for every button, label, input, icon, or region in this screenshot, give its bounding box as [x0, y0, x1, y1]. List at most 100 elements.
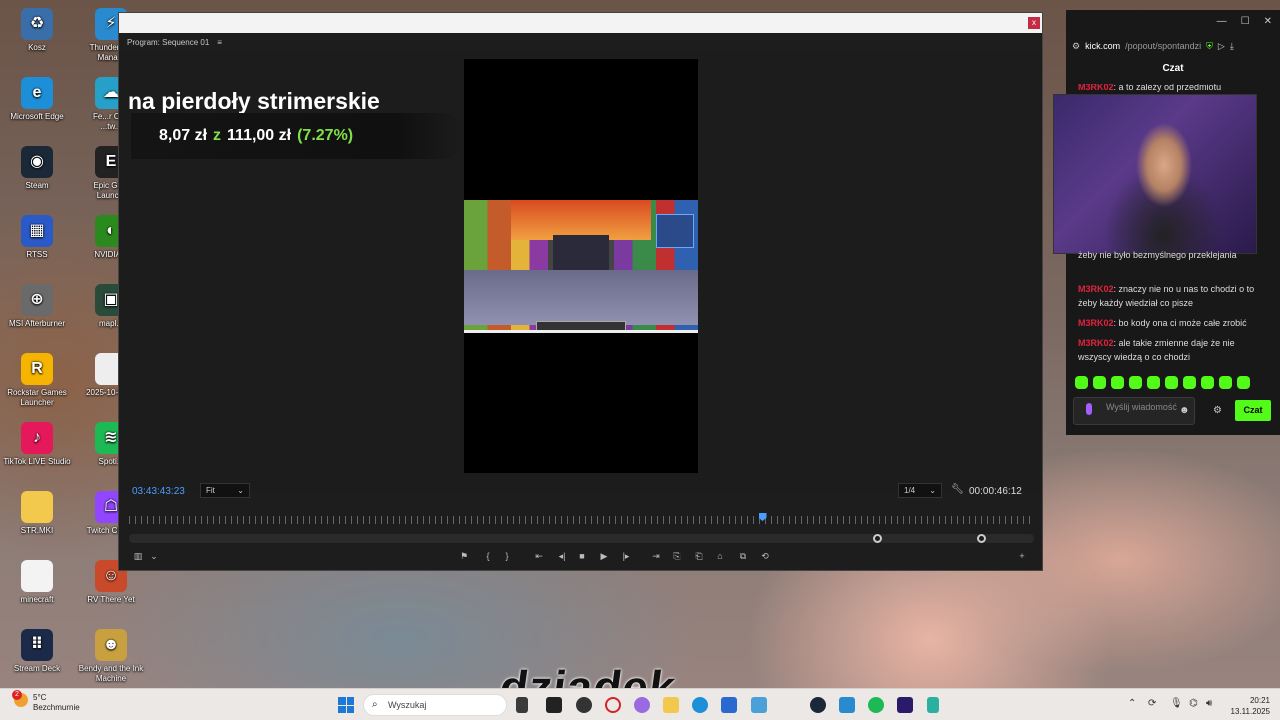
edge-icon[interactable] — [692, 697, 708, 713]
emote-icon[interactable] — [1219, 376, 1232, 389]
clock[interactable]: 20:21 13.11.2025 — [1222, 695, 1270, 717]
desktop-icon[interactable]: ☻ Bendy and the Ink Machine — [74, 629, 148, 684]
chevron-down-icon: ⌄ — [237, 486, 244, 495]
overlay-icon[interactable]: ⧉ — [736, 550, 750, 562]
chat-username[interactable]: M3RK02 — [1078, 338, 1114, 348]
clock-date: 13.11.2025 — [1230, 707, 1270, 716]
thunderstore-icon[interactable] — [839, 697, 855, 713]
lift-icon[interactable]: ⎘ — [670, 550, 684, 562]
chat-username[interactable]: M3RK02 — [1078, 318, 1114, 328]
step-forward-icon[interactable]: |▸ — [619, 550, 633, 562]
wrench-icon[interactable]: 🔧︎ — [951, 484, 964, 495]
desktop-icon[interactable]: ♪ TikTok LIVE Studio — [0, 422, 74, 467]
program-monitor[interactable]: na pierdoły strimerskie 8,07 zł z 111,00… — [119, 51, 1042, 491]
task-view-icon[interactable] — [516, 697, 528, 713]
emote-icon[interactable] — [1111, 376, 1124, 389]
zoom-handle-right[interactable] — [977, 534, 986, 543]
mark-out-icon[interactable]: } — [500, 550, 514, 562]
desktop-icon-label: Stream Deck — [13, 664, 61, 673]
emote-icon[interactable] — [1129, 376, 1142, 389]
emote-icon[interactable] — [1183, 376, 1196, 389]
mark-in-icon[interactable]: { — [481, 550, 495, 562]
resolution-select[interactable]: 1/4 ⌄ — [898, 483, 942, 498]
send-chat-button[interactable]: Czat — [1235, 400, 1271, 421]
safe-margins-icon[interactable]: ▥ — [131, 550, 145, 562]
play-icon[interactable]: ▷ — [1218, 41, 1225, 52]
weather-widget[interactable]: 2 5°C Bezchmurnie — [12, 690, 80, 713]
download-icon[interactable]: ⤓ — [1230, 41, 1234, 52]
copilot-icon[interactable] — [634, 697, 650, 713]
emote-icon[interactable] — [1075, 376, 1088, 389]
add-button-icon[interactable]: + — [1015, 550, 1029, 562]
zoom-handle-left[interactable] — [873, 534, 882, 543]
spotify-icon[interactable] — [868, 697, 884, 713]
marker-icon[interactable]: ⚑ — [457, 550, 471, 562]
desktop-icon-label: Microsoft Edge — [10, 112, 64, 121]
emote-icon[interactable] — [1201, 376, 1214, 389]
premiere-icon[interactable] — [897, 697, 913, 713]
current-timecode[interactable]: 03:43:43:23 — [132, 486, 185, 497]
export-frame-icon[interactable]: ⌂ — [713, 550, 727, 562]
panel-title[interactable]: Program: Sequence 01 — [127, 38, 209, 47]
emote-icon[interactable] — [1237, 376, 1250, 389]
desktop-icon[interactable]: R Rockstar Games Launcher — [0, 353, 74, 408]
window-titlebar[interactable]: x — [119, 13, 1042, 33]
close-button[interactable]: x — [1028, 17, 1040, 29]
desktop-icon-label: RTSS — [26, 250, 48, 259]
minimize-button[interactable]: — — [1217, 16, 1227, 29]
obs-icon[interactable] — [576, 697, 592, 713]
play-button[interactable]: ▶ — [597, 550, 611, 562]
app-icon[interactable] — [751, 697, 767, 713]
emoji-icon[interactable]: ☻ — [1179, 405, 1190, 416]
chevron-down-icon[interactable]: ⌄ — [147, 550, 161, 562]
taskbar-search[interactable]: ⌕ Wyszukaj — [363, 694, 507, 716]
sync-icon[interactable]: ⟳ — [1148, 698, 1156, 709]
close-button[interactable]: ✕ — [1264, 16, 1272, 29]
search-placeholder: Wyszukaj — [388, 700, 427, 710]
desktop-icon[interactable]: ♻ Kosz — [0, 8, 74, 53]
store-icon[interactable] — [721, 697, 737, 713]
chat-message: M3RK02: ale takie zmienne daje że nie ws… — [1078, 336, 1268, 364]
step-back-icon[interactable]: ◂| — [555, 550, 569, 562]
go-to-in-icon[interactable]: ⇤ — [532, 550, 546, 562]
desktop-icon[interactable]: minecraft — [0, 560, 74, 605]
transport-controls: ▥ ⌄ ⚑ {} ⇤ ◂| ■ ▶ |▸ ⇥ ⎘ ⎗ ⌂ ⧉ ⟲ + — [119, 547, 1042, 565]
desktop-icon[interactable]: ◉ Steam — [0, 146, 74, 191]
chat-username[interactable]: M3RK02 — [1078, 284, 1114, 294]
chevron-up-icon[interactable]: ⌃ — [1128, 698, 1136, 709]
epic-games-icon[interactable] — [546, 697, 562, 713]
network-icon[interactable]: ⌬ — [1189, 698, 1198, 709]
steam-icon[interactable] — [810, 697, 826, 713]
emote-icon[interactable] — [1165, 376, 1178, 389]
start-button[interactable] — [338, 697, 354, 713]
time-ruler[interactable] — [129, 516, 1034, 524]
desktop-icon[interactable]: e Microsoft Edge — [0, 77, 74, 122]
go-to-out-icon[interactable]: ⇥ — [649, 550, 663, 562]
emote-icon[interactable] — [1147, 376, 1160, 389]
opera-icon[interactable] — [605, 697, 621, 713]
desktop-icon[interactable]: ▦ RTSS — [0, 215, 74, 260]
zoom-select[interactable]: Fit ⌄ — [200, 483, 250, 498]
desktop-icon[interactable]: ⊕ MSI Afterburner — [0, 284, 74, 329]
zoom-scrollbar[interactable] — [129, 534, 1034, 543]
notepad-icon[interactable] — [927, 697, 939, 713]
shield-icon[interactable]: ⛨ — [1206, 41, 1213, 52]
volume-icon[interactable]: 🔊︎ — [1206, 698, 1212, 709]
emote-icon[interactable] — [1093, 376, 1106, 389]
desktop-icon[interactable]: STR.MKI — [0, 491, 74, 536]
panel-menu-icon[interactable]: ≡ — [217, 38, 222, 47]
file-explorer-icon[interactable] — [663, 697, 679, 713]
address-bar[interactable]: ⚙︎ kick.com/popout/spontandzi ⛨ ▷ ⤓ — [1066, 35, 1280, 57]
webcam-overlay — [1053, 94, 1257, 254]
site-info-icon[interactable]: ⚙︎ — [1072, 41, 1080, 52]
stop-button[interactable]: ■ — [575, 550, 589, 562]
gear-icon[interactable]: ⚙ — [1213, 405, 1222, 416]
extract-icon[interactable]: ⎗ — [692, 550, 706, 562]
app-icon[interactable] — [780, 697, 796, 713]
chat-username[interactable]: M3RK02 — [1078, 84, 1114, 92]
microphone-icon[interactable]: 🎙︎ — [1170, 698, 1183, 709]
maximize-button[interactable]: ☐ — [1241, 16, 1250, 29]
loop-icon[interactable]: ⟲ — [758, 550, 772, 562]
microphone-icon[interactable] — [1086, 403, 1092, 415]
desktop-icon[interactable]: ⠿ Stream Deck — [0, 629, 74, 674]
